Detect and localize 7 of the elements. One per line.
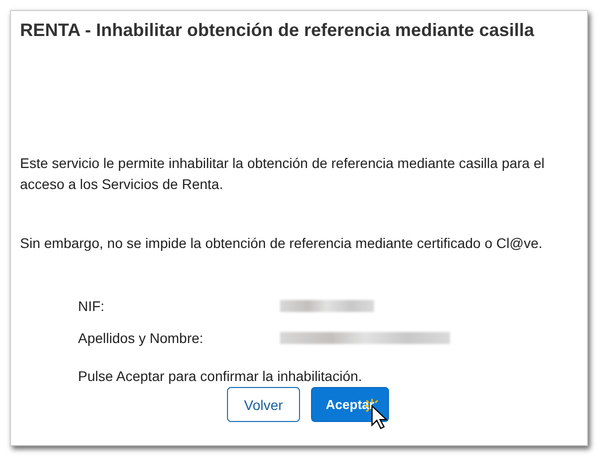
- info-text: Este servicio le permite inhabilitar la obtención de referencia mediante casilla para el acceso a los Servicios de Renta.: [20, 154, 546, 194]
- field-label: NIF:: [78, 298, 106, 314]
- dialog-title: RENTA - Inhabilitar obtención de referencia mediante casilla: [20, 20, 536, 41]
- back-button[interactable]: Volver: [227, 387, 300, 422]
- prompt-text: Pulse Aceptar para confirmar la inhabilitación.: [78, 368, 364, 384]
- field-label: Apellidos y Nombre:: [78, 330, 204, 346]
- info-text: Sin embargo, no se impide la obtención de referencia mediante certificado o Cl@ve.: [20, 234, 544, 253]
